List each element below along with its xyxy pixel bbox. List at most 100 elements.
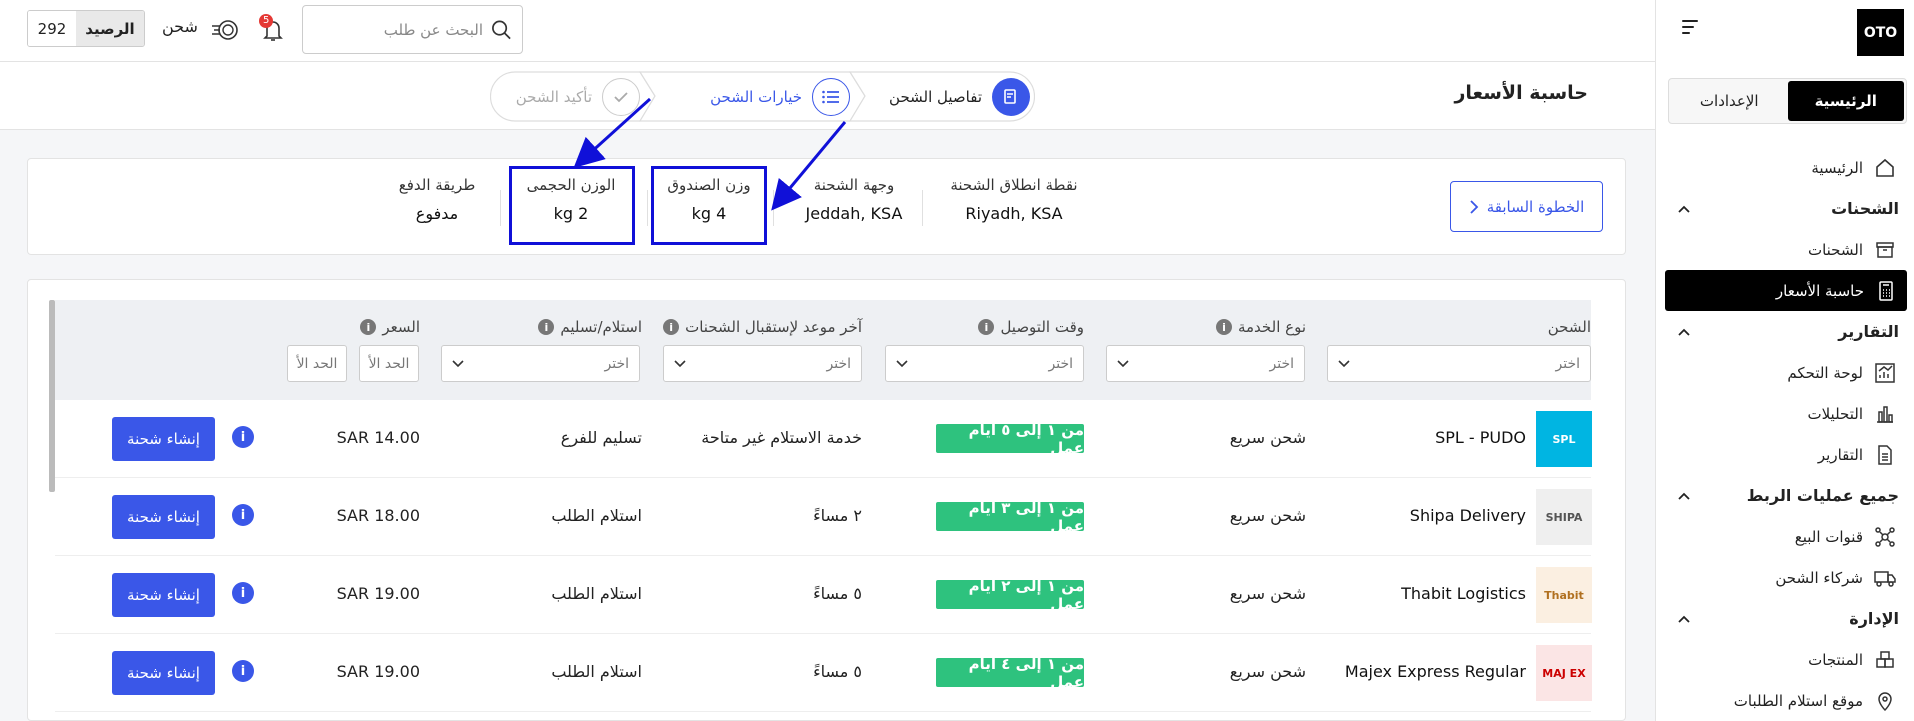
- price-max-label: الحد الأ: [296, 355, 338, 372]
- chevron-down-icon: [1338, 359, 1350, 367]
- header-service-label: نوع الخدمة: [1237, 318, 1306, 336]
- sidebar-nav: الرئيسية الشحنات الشحنات حاسبة الأسعار ا…: [1656, 147, 1914, 721]
- filter-placeholder: اختر: [1048, 355, 1074, 372]
- cutoff-time: ٢ مساءً: [813, 506, 862, 525]
- sidebar-item-label: المنتجات: [1808, 650, 1863, 669]
- info-icon[interactable]: i: [232, 582, 254, 604]
- pickup-method: استلام الطلب: [551, 506, 642, 525]
- chevron-up-icon: [1678, 492, 1690, 500]
- menu-toggle-icon[interactable]: [1682, 20, 1702, 36]
- sidebar-item-label: الشحنات: [1807, 240, 1863, 259]
- filter-placeholder: اختر: [826, 355, 852, 372]
- delivery-time-badge: من ١ إلى ٤ أيام عمل: [936, 655, 1084, 691]
- chevron-up-icon: [1678, 615, 1690, 623]
- info-icon[interactable]: i: [232, 426, 254, 448]
- carrier-name: Majex Express Regular: [1344, 662, 1526, 681]
- home-icon: [1873, 156, 1897, 180]
- sidebar-item-home[interactable]: الرئيسية: [1656, 147, 1914, 188]
- create-shipment-button[interactable]: إنشاء شحنة: [112, 495, 215, 539]
- sidebar-item-label: التقارير: [1817, 445, 1863, 464]
- sidebar-item-products[interactable]: المنتجات: [1656, 639, 1914, 680]
- delivery-time-badge: من ١ إلى ٢ أيام عمل: [936, 577, 1084, 613]
- chevron-up-icon: [1678, 205, 1690, 213]
- pickup-method: استلام الطلب: [551, 584, 642, 603]
- sidebar-group-reports[interactable]: التقارير: [1656, 311, 1914, 352]
- info-icon[interactable]: i: [232, 660, 254, 682]
- sidebar-item-sales-channels[interactable]: قنوات البيع: [1656, 516, 1914, 557]
- header-cutoff: آخر موعد لإستقبال الشحنات i: [663, 318, 862, 336]
- network-icon: [1873, 525, 1897, 549]
- filter-service-select[interactable]: اختر: [1106, 345, 1305, 382]
- info-icon[interactable]: i: [232, 504, 254, 526]
- header-delivery: وقت التوصيل i: [978, 318, 1084, 336]
- sidebar-group-management[interactable]: الإدارة: [1656, 598, 1914, 639]
- chevron-up-icon: [1678, 328, 1690, 336]
- cutoff-time: خدمة الاستلام غير متاحة: [701, 428, 862, 447]
- sidebar-item-label: لوحة التحكم: [1787, 363, 1863, 382]
- sidebar-item-pickup-locations[interactable]: موقع استلام الطلبات: [1656, 680, 1914, 721]
- pickup-method: استلام الطلب: [551, 662, 642, 681]
- price-max-input[interactable]: الحد الأ: [287, 345, 347, 382]
- sidebar-group-integrations[interactable]: جميع عمليات الربط: [1656, 475, 1914, 516]
- price-min-input[interactable]: الحد الأ: [359, 345, 419, 382]
- box-icon: [1873, 238, 1897, 262]
- carrier-logo: Thabit: [1536, 567, 1592, 623]
- price: SAR 19.00: [336, 584, 420, 603]
- chevron-down-icon: [674, 359, 686, 367]
- header-carrier: الشحن: [1548, 318, 1591, 336]
- info-icon[interactable]: i: [360, 319, 377, 335]
- sidebar-group-shipments[interactable]: الشحنات: [1656, 188, 1914, 229]
- create-shipment-button[interactable]: إنشاء شحنة: [112, 651, 215, 695]
- header-delivery-label: وقت التوصيل: [1000, 318, 1084, 336]
- sidebar-item-label: حاسبة الأسعار: [1775, 281, 1864, 300]
- calculator-icon: [1874, 279, 1898, 303]
- sidebar-item-shipments[interactable]: الشحنات: [1656, 229, 1914, 270]
- chevron-down-icon: [452, 359, 464, 367]
- sidebar: OTO الإعدادات الرئيسية الرئيسية الشحنات …: [1655, 0, 1914, 721]
- location-pin-icon: [1873, 689, 1897, 713]
- info-icon[interactable]: i: [1215, 319, 1232, 335]
- carrier-logo-text: MAJ EX: [1542, 666, 1586, 680]
- info-icon[interactable]: i: [978, 319, 995, 335]
- sidebar-item-reports[interactable]: التقارير: [1656, 434, 1914, 475]
- carrier-logo: MAJ EX: [1536, 645, 1592, 701]
- sidebar-item-dashboard[interactable]: لوحة التحكم: [1656, 352, 1914, 393]
- filter-delivery-select[interactable]: اختر: [885, 345, 1084, 382]
- create-shipment-button[interactable]: إنشاء شحنة: [112, 417, 215, 461]
- sidebar-group-label: التقارير: [1838, 322, 1899, 341]
- filter-pickup-select[interactable]: اختر: [441, 345, 640, 382]
- price: SAR 18.00: [336, 506, 420, 525]
- sidebar-tabs: الإعدادات الرئيسية: [1668, 78, 1907, 124]
- delivery-time-badge: من ١ إلى ٥ أيام عمل: [936, 421, 1084, 457]
- sidebar-group-label: الإدارة: [1849, 609, 1899, 628]
- header-price: السعر i: [360, 318, 420, 336]
- sidebar-group-label: جميع عمليات الربط: [1746, 486, 1899, 505]
- price: SAR 14.00: [336, 428, 420, 447]
- app-logo[interactable]: OTO: [1857, 9, 1904, 56]
- carrier-logo-text: SPL: [1552, 432, 1576, 446]
- tab-home[interactable]: الرئيسية: [1787, 81, 1904, 121]
- header-service: نوع الخدمة i: [1215, 318, 1306, 336]
- sidebar-item-label: الرئيسية: [1811, 158, 1863, 177]
- dashboard-icon: [1873, 361, 1897, 385]
- service-type: شحن سريع: [1229, 506, 1306, 525]
- carrier-logo: SHIPA: [1536, 489, 1592, 545]
- delivery-time-badge: من ١ إلى ٣ أيام عمل: [936, 499, 1084, 535]
- create-shipment-button[interactable]: إنشاء شحنة: [112, 573, 215, 617]
- info-icon[interactable]: i: [538, 319, 555, 335]
- sidebar-item-shipping-partners[interactable]: شركاء الشحن: [1656, 557, 1914, 598]
- sidebar-item-label: شركاء الشحن: [1775, 568, 1863, 587]
- carrier-logo-text: Thabit: [1544, 588, 1584, 602]
- cutoff-time: ٥ مساءً: [813, 662, 862, 681]
- header-pickup: استلام/تسليم i: [538, 318, 642, 336]
- tab-settings[interactable]: الإعدادات: [1671, 81, 1788, 121]
- header-cutoff-label: آخر موعد لإستقبال الشحنات: [685, 318, 862, 336]
- carrier-name: Thabit Logistics: [1401, 584, 1526, 603]
- filter-cutoff-select[interactable]: اختر: [663, 345, 862, 382]
- sidebar-item-analytics[interactable]: التحليلات: [1656, 393, 1914, 434]
- filter-carrier-select[interactable]: اختر: [1327, 345, 1591, 382]
- sidebar-item-label: قنوات البيع: [1794, 527, 1863, 546]
- service-type: شحن سريع: [1229, 662, 1306, 681]
- sidebar-item-calculator[interactable]: حاسبة الأسعار: [1665, 270, 1907, 311]
- info-icon[interactable]: i: [663, 319, 680, 335]
